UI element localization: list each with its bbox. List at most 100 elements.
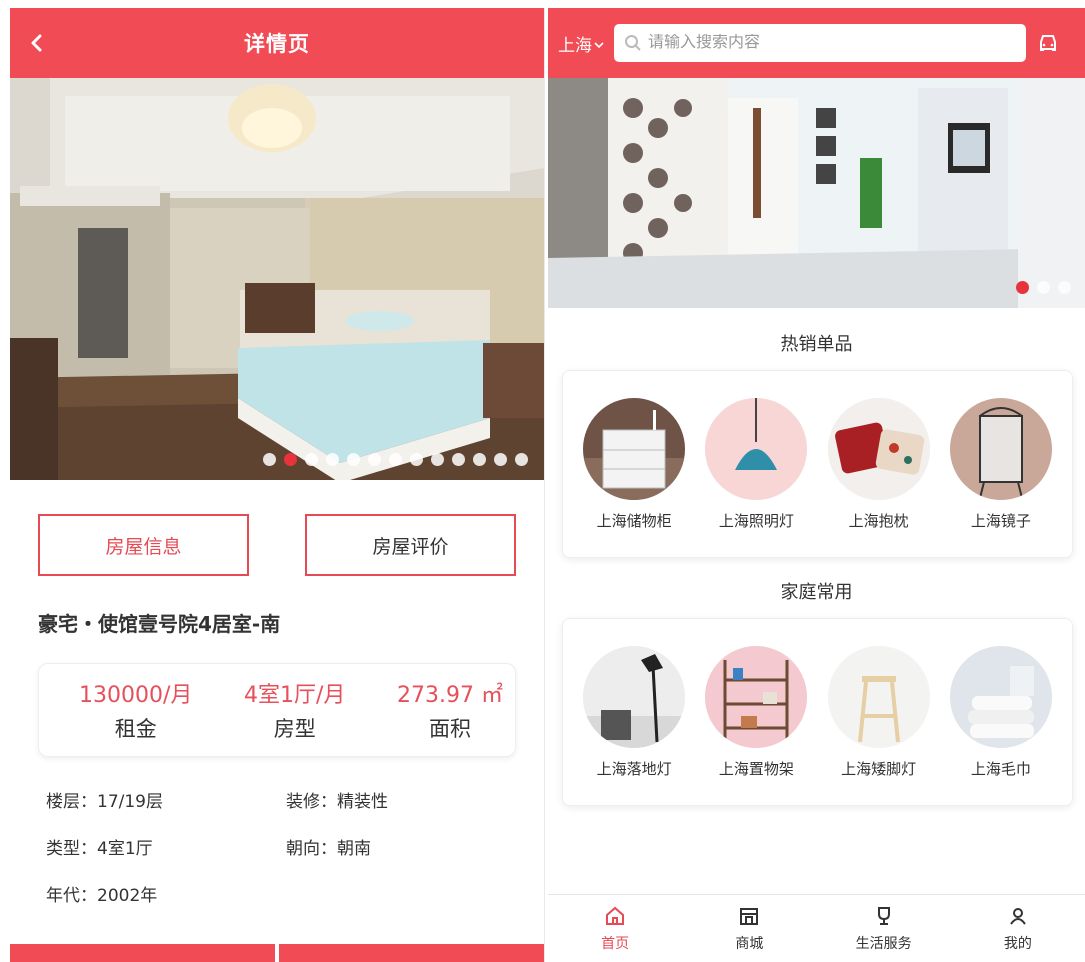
home-banner-carousel[interactable] xyxy=(548,78,1085,308)
floor-lamp-image xyxy=(583,645,686,748)
pagination-dot[interactable] xyxy=(284,453,297,466)
chevron-down-icon xyxy=(594,34,604,54)
product-item-pillow[interactable]: 上海抱枕 xyxy=(827,397,930,531)
section-title-hot: 热销单品 xyxy=(780,334,853,355)
product-item-cabinet[interactable]: 上海储物柜 xyxy=(583,397,686,531)
back-icon[interactable] xyxy=(24,30,50,56)
pagination-dot[interactable] xyxy=(368,453,381,466)
stat-rent-label: 租金 xyxy=(114,717,157,741)
spec-floor: 楼层：17/19层 xyxy=(46,792,163,812)
spec-orientation: 朝向：朝南 xyxy=(286,839,371,859)
pendant-lamp-image xyxy=(705,397,808,500)
user-icon xyxy=(1007,905,1029,933)
pagination-dot[interactable] xyxy=(326,453,339,466)
hot-products-card: 上海储物柜 上海照明灯 上海抱枕 上海镜子 xyxy=(562,370,1073,558)
tabbar-item-home[interactable]: 首页 xyxy=(570,905,660,953)
house-stats-card: 130000/月 租金 4室1厅/月 房型 273.97 ㎡ 面积 xyxy=(38,663,516,757)
search-box[interactable] xyxy=(614,24,1026,62)
pagination-dot[interactable] xyxy=(494,453,507,466)
stat-layout: 4室1厅/月 房型 xyxy=(244,677,345,743)
home-products-card: 上海落地灯 上海置物架 上海矮脚灯 上海毛巾 xyxy=(562,618,1073,806)
stool-image xyxy=(827,645,930,748)
detail-header: 详情页 xyxy=(10,8,544,78)
banner-pagination xyxy=(1016,281,1071,294)
tabbar-label: 首页 xyxy=(601,935,630,952)
product-name: 上海矮脚灯 xyxy=(841,759,917,778)
stat-area-value: 273.97 ㎡ xyxy=(397,683,503,708)
pagination-dot[interactable] xyxy=(515,453,528,466)
city-label: 上海 xyxy=(558,35,592,56)
shelf-image xyxy=(705,645,808,748)
page-title: 详情页 xyxy=(244,32,310,56)
tabbar-item-shop[interactable]: 商城 xyxy=(704,905,794,953)
product-name: 上海镜子 xyxy=(970,511,1031,530)
home-icon xyxy=(604,905,626,933)
pagination-dot[interactable] xyxy=(473,453,486,466)
detail-screen: 详情页 房屋信息 房屋评价 豪宅・使馆壹号院4居室-南 130000/月 租金 … xyxy=(10,8,545,962)
product-name: 上海照明灯 xyxy=(718,511,794,530)
detail-tabs: 房屋信息 房屋评价 xyxy=(10,480,544,576)
product-name: 上海置物架 xyxy=(718,759,794,778)
stat-layout-label: 房型 xyxy=(273,717,316,741)
product-item-towel[interactable]: 上海毛巾 xyxy=(949,645,1052,779)
bottom-action-button-right[interactable] xyxy=(279,944,544,962)
app-root: 详情页 房屋信息 房屋评价 豪宅・使馆壹号院4居室-南 130000/月 租金 … xyxy=(0,0,1085,962)
pagination-dot[interactable] xyxy=(452,453,465,466)
tabbar-item-life-service[interactable]: 生活服务 xyxy=(839,905,929,953)
home-screen: 上海 请输入搜索内容 热销单品 上海储物柜 上海照明灯 上海抱枕 上海镜子 家庭… xyxy=(548,8,1085,962)
spec-year: 年代：2002年 xyxy=(46,886,158,906)
search-input[interactable] xyxy=(648,34,1008,52)
bedroom-photo xyxy=(10,78,544,480)
tab-house-review[interactable]: 房屋评价 xyxy=(305,514,516,576)
mirror-image xyxy=(949,397,1052,500)
tabbar-item-mine[interactable]: 我的 xyxy=(973,905,1063,953)
house-specs: 楼层：17/19层 装修：精装性 类型：4室1厅 朝向：朝南 年代：2002年 xyxy=(10,757,544,906)
towel-image xyxy=(949,645,1052,748)
home-header: 上海 xyxy=(548,8,1085,78)
house-photo-carousel[interactable] xyxy=(10,78,544,480)
product-name: 上海毛巾 xyxy=(970,759,1031,778)
product-item-mirror[interactable]: 上海镜子 xyxy=(949,397,1052,531)
bottom-action-bar xyxy=(10,944,544,962)
stat-area: 273.97 ㎡ 面积 xyxy=(397,677,503,743)
section-title-home: 家庭常用 xyxy=(780,582,853,603)
stat-rent-value: 130000/月 xyxy=(79,683,193,708)
bottom-action-button-left[interactable] xyxy=(10,944,275,962)
tabbar-label: 商城 xyxy=(735,935,764,952)
photo-pagination xyxy=(263,453,528,466)
trophy-icon xyxy=(873,905,895,933)
product-item-stool[interactable]: 上海矮脚灯 xyxy=(827,645,930,779)
pagination-dot[interactable] xyxy=(1058,281,1071,294)
search-icon xyxy=(624,34,642,52)
city-selector[interactable]: 上海 xyxy=(558,31,604,56)
pagination-dot[interactable] xyxy=(305,453,318,466)
stat-layout-value: 4室1厅/月 xyxy=(244,683,346,708)
house-title: 豪宅・使馆壹号院4居室-南 xyxy=(38,612,281,636)
pillow-image xyxy=(827,397,930,500)
product-name: 上海落地灯 xyxy=(596,759,672,778)
pagination-dot[interactable] xyxy=(431,453,444,466)
stat-area-label: 面积 xyxy=(429,717,471,741)
product-name: 上海抱枕 xyxy=(848,511,909,530)
shop-icon xyxy=(738,905,760,933)
pagination-dot[interactable] xyxy=(1037,281,1050,294)
product-name: 上海储物柜 xyxy=(596,511,672,530)
pagination-dot[interactable] xyxy=(389,453,402,466)
pagination-dot[interactable] xyxy=(263,453,276,466)
spec-type: 类型：4室1厅 xyxy=(46,839,153,859)
pagination-dot[interactable] xyxy=(410,453,423,466)
interior-banner-image xyxy=(548,78,1085,308)
tabbar-label: 我的 xyxy=(1003,935,1032,952)
stat-rent: 130000/月 租金 xyxy=(79,677,192,743)
car-icon[interactable] xyxy=(1038,34,1058,52)
dresser-image xyxy=(583,397,686,500)
tabbar-label: 生活服务 xyxy=(855,935,912,952)
product-item-floor-lamp[interactable]: 上海落地灯 xyxy=(583,645,686,779)
product-item-shelf[interactable]: 上海置物架 xyxy=(705,645,808,779)
tab-house-info[interactable]: 房屋信息 xyxy=(38,514,249,576)
spec-decoration: 装修：精装性 xyxy=(286,792,388,812)
pagination-dot[interactable] xyxy=(347,453,360,466)
pagination-dot[interactable] xyxy=(1016,281,1029,294)
bottom-tabbar: 首页 商城 生活服务 我的 xyxy=(548,894,1085,962)
product-item-lamp[interactable]: 上海照明灯 xyxy=(705,397,808,531)
